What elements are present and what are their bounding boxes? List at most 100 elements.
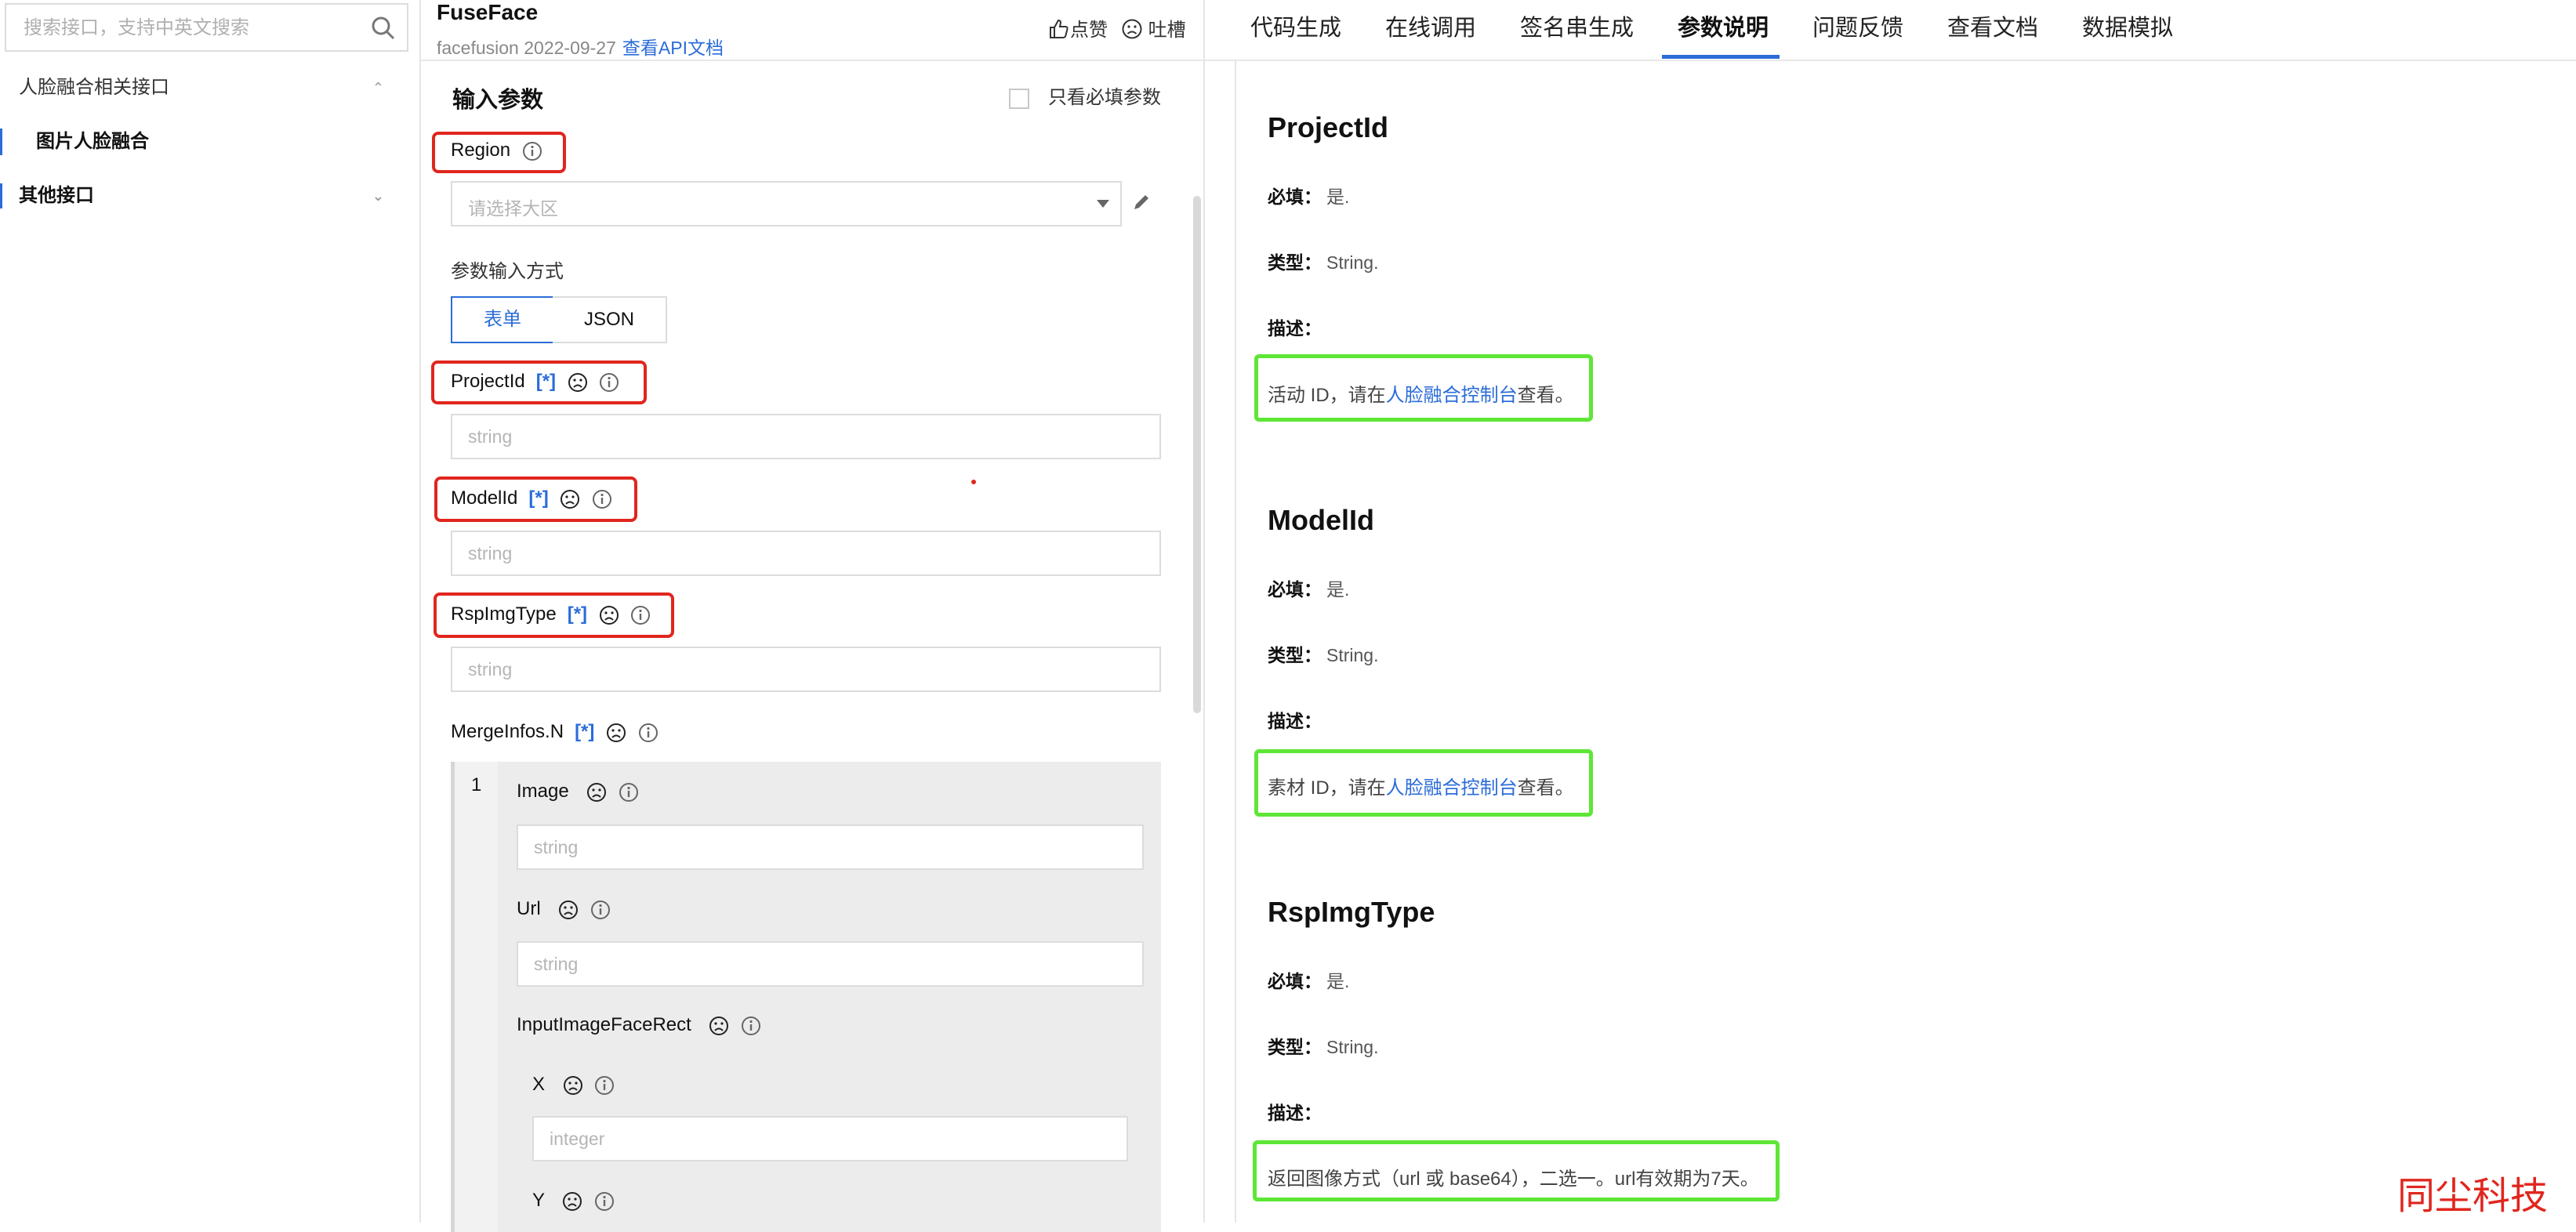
mergeinfos-item-panel: 1 Image Url InputImageFaceRect	[451, 762, 1161, 1232]
frown-icon[interactable]	[599, 605, 619, 625]
rspimgtype-label: RspImgType [*]	[451, 603, 651, 625]
region-placeholder: 请选择大区	[468, 198, 558, 219]
param-description: 素材 ID，请在人脸融合控制台查看。	[1268, 772, 1574, 799]
projectid-label: ProjectId [*]	[451, 371, 619, 393]
header-divider	[421, 60, 1203, 61]
image-input[interactable]	[518, 826, 1142, 868]
api-search-input[interactable]	[22, 5, 362, 52]
param-name: RspImgType	[451, 603, 557, 625]
mergeinfos-item-index: 1	[471, 774, 482, 795]
param-name: InputImageFaceRect	[517, 1014, 691, 1035]
param-description: 活动 ID，请在人脸融合控制台查看。	[1268, 379, 1574, 407]
param-required: 必填： 是.	[1268, 182, 1349, 208]
params-form-panel: FuseFace facefusion 2022-09-27 查看API文档 点赞…	[421, 0, 1205, 1232]
desc-label: 描述：	[1268, 318, 1322, 339]
image-field[interactable]	[517, 824, 1144, 870]
tab-signature[interactable]: 签名串生成	[1520, 9, 1634, 42]
tab-online-call[interactable]: 在线调用	[1385, 9, 1476, 42]
info-icon[interactable]	[594, 1191, 615, 1212]
x-field[interactable]	[532, 1116, 1128, 1161]
edit-pencil-icon[interactable]	[1130, 191, 1152, 213]
frown-icon[interactable]	[568, 372, 588, 393]
modelid-field[interactable]	[451, 531, 1161, 576]
required-value: 是.	[1326, 187, 1350, 207]
inputimagefacerect-label: InputImageFaceRect	[517, 1014, 761, 1036]
like-button[interactable]: 点赞	[1048, 14, 1108, 42]
tab-feedback[interactable]: 问题反馈	[1812, 9, 1903, 42]
tab-param-desc[interactable]: 参数说明	[1678, 9, 1769, 42]
mergeinfos-item-body: Image Url InputImageFaceRect	[498, 762, 1161, 1232]
info-icon[interactable]	[638, 723, 659, 743]
param-name: MergeInfos.N	[451, 721, 564, 742]
region-select[interactable]: 请选择大区	[451, 181, 1122, 226]
required-mark: [*]	[528, 487, 549, 509]
red-dot-mark	[971, 480, 976, 484]
info-icon[interactable]	[741, 1016, 761, 1036]
param-description: 返回图像方式（url 或 base64），二选一。url有效期为7天。	[1268, 1163, 1759, 1190]
frown-icon[interactable]	[586, 782, 607, 803]
desc-label: 描述：	[1268, 711, 1322, 731]
required-only-toggle[interactable]: 只看必填参数	[1009, 82, 1161, 109]
input-params-title: 输入参数	[452, 88, 544, 113]
x-input[interactable]	[534, 1118, 1127, 1160]
tab-mock-data[interactable]: 数据模拟	[2082, 9, 2173, 42]
form-scrollbar[interactable]	[1193, 196, 1201, 713]
tab-form[interactable]: 表单	[451, 296, 554, 343]
chevron-up-icon: ⌃	[372, 80, 384, 96]
required-only-checkbox[interactable]	[1009, 88, 1029, 109]
frown-icon	[1122, 19, 1142, 39]
frown-icon[interactable]	[563, 1075, 583, 1096]
search-icon[interactable]	[371, 16, 396, 41]
tab-code-generate[interactable]: 代码生成	[1250, 9, 1341, 42]
frown-icon[interactable]	[558, 900, 579, 920]
console-link[interactable]: 人脸融合控制台	[1386, 385, 1518, 406]
frown-icon[interactable]	[562, 1191, 582, 1212]
sidebar-item-fuse-face[interactable]: 图片人脸融合	[0, 118, 408, 166]
api-search-box[interactable]	[5, 3, 408, 52]
projectid-field[interactable]	[451, 414, 1161, 459]
type-value: String.	[1326, 1037, 1379, 1057]
url-field[interactable]	[517, 941, 1144, 987]
info-icon[interactable]	[599, 372, 619, 393]
info-icon[interactable]	[592, 489, 612, 509]
rspimgtype-input[interactable]	[452, 648, 1159, 690]
frown-icon[interactable]	[560, 489, 580, 509]
sidebar-group-label: 人脸融合相关接口	[19, 77, 169, 98]
param-type: 类型： String.	[1268, 640, 1378, 667]
param-type: 类型： String.	[1268, 248, 1378, 274]
desc-text: 查看。	[1517, 777, 1574, 799]
projectid-input[interactable]	[452, 415, 1159, 458]
info-icon[interactable]	[590, 900, 611, 920]
frown-icon[interactable]	[606, 723, 626, 743]
url-input[interactable]	[518, 943, 1142, 985]
sidebar-item-label: 图片人脸融合	[36, 131, 149, 152]
param-name: Y	[532, 1190, 545, 1211]
sidebar-group-other[interactable]: 其他接口 ⌄	[0, 172, 408, 219]
required-only-label: 只看必填参数	[1048, 87, 1161, 108]
thumbs-up-icon	[1050, 19, 1068, 38]
tab-json[interactable]: JSON	[553, 296, 667, 343]
desc-text: 活动 ID，请在	[1268, 385, 1386, 406]
required-label: 必填：	[1268, 971, 1322, 991]
param-title: RspImgType	[1268, 896, 1435, 928]
sidebar-group-face-fusion[interactable]: 人脸融合相关接口 ⌃	[0, 64, 408, 111]
frown-icon[interactable]	[709, 1016, 729, 1036]
info-icon[interactable]	[594, 1075, 615, 1096]
info-icon[interactable]	[630, 605, 651, 625]
api-doc-link[interactable]: 查看API文档	[622, 38, 724, 58]
required-label: 必填：	[1268, 579, 1322, 600]
url-label: Url	[517, 898, 611, 920]
param-name: ProjectId	[451, 371, 525, 392]
console-link[interactable]: 人脸融合控制台	[1386, 777, 1518, 799]
watermark: 同尘科技	[2397, 1174, 2549, 1218]
roast-button[interactable]: 吐槽	[1121, 14, 1186, 42]
desc-text: 返回图像方式（url 或 base64），二选一。url有效期为7天。	[1268, 1169, 1759, 1190]
dropdown-caret-icon	[1097, 200, 1109, 208]
modelid-input[interactable]	[452, 532, 1159, 574]
tab-docs[interactable]: 查看文档	[1947, 9, 2038, 42]
api-title: FuseFace	[437, 0, 539, 24]
rspimgtype-field[interactable]	[451, 647, 1161, 692]
info-icon[interactable]	[619, 782, 639, 803]
desc-text: 素材 ID，请在	[1268, 777, 1386, 799]
info-icon[interactable]	[522, 141, 542, 161]
